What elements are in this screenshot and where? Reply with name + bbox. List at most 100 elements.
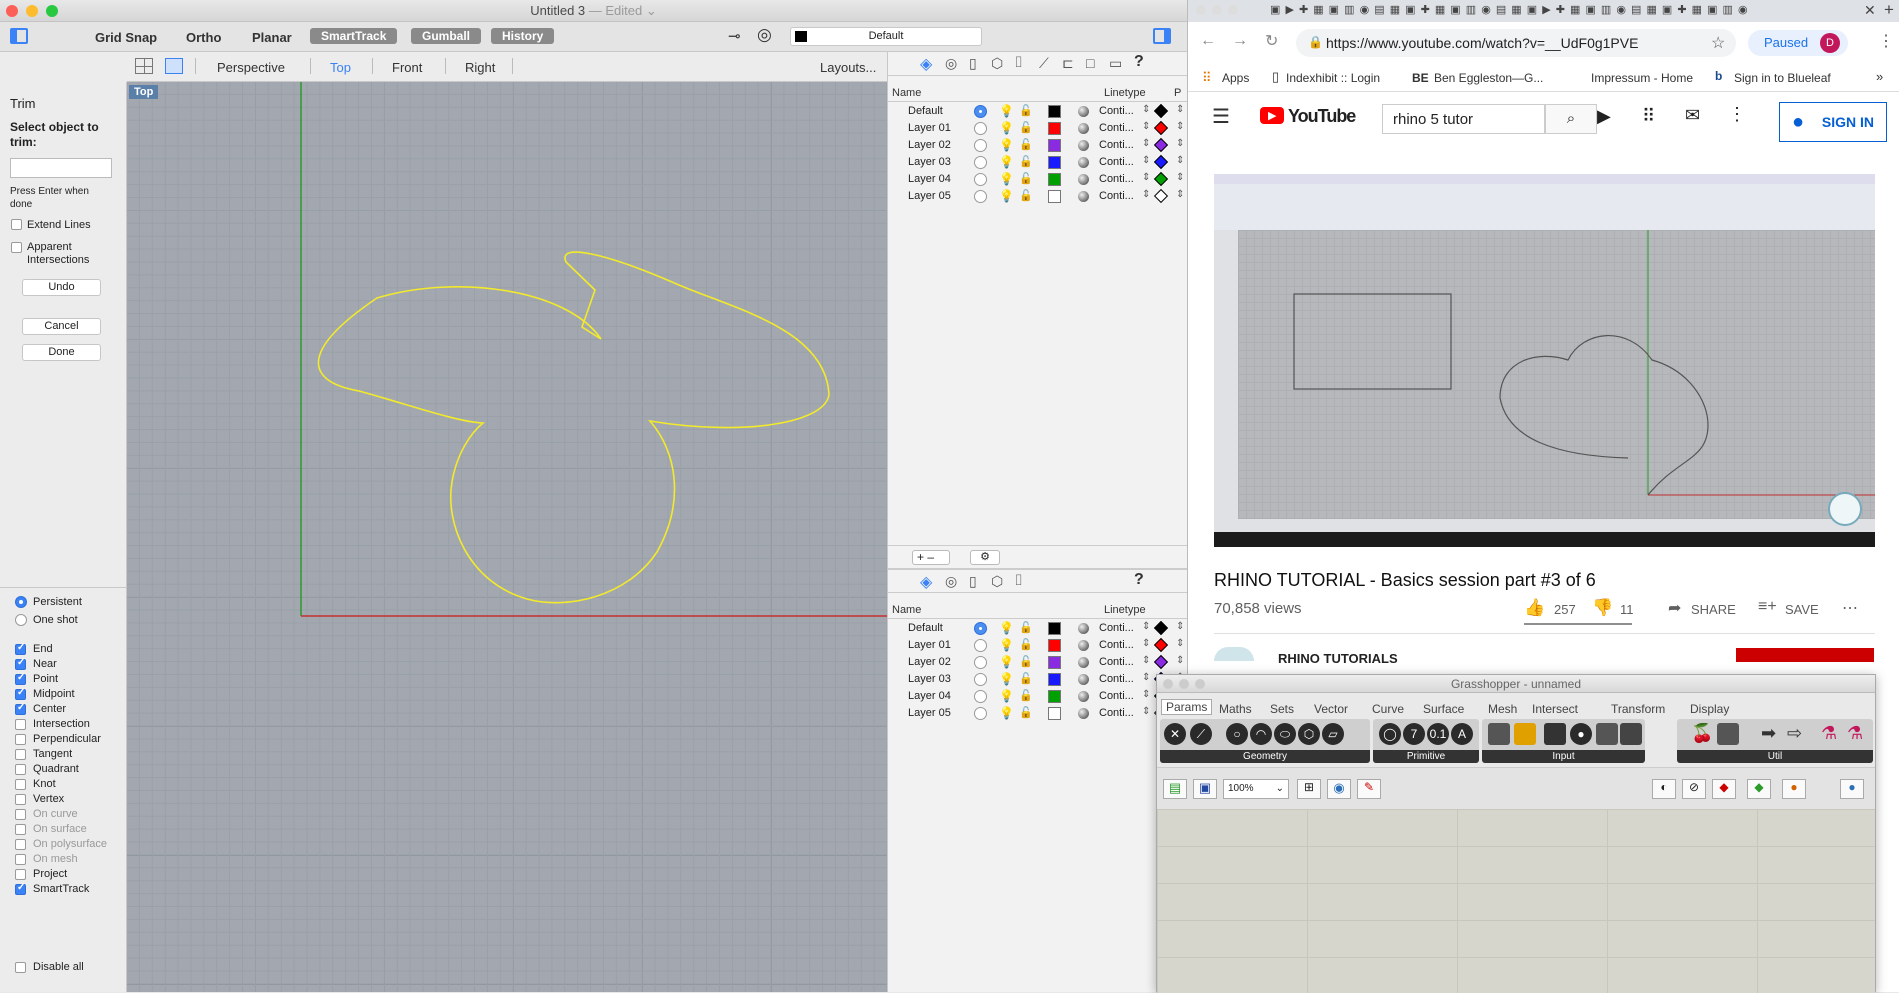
layer-name[interactable]: Default — [908, 105, 943, 117]
document-icon[interactable]: ▯ — [969, 573, 977, 590]
layers-icon[interactable]: ◈ — [920, 572, 932, 592]
layer-color-swatch[interactable] — [1048, 622, 1061, 635]
channel-watermark[interactable] — [1828, 492, 1862, 526]
youtube-logo-icon[interactable]: ▶ — [1260, 107, 1284, 124]
object-icon[interactable]: ⬡ — [991, 573, 1003, 590]
print-color-icon[interactable] — [1153, 637, 1169, 653]
material-icon[interactable] — [1078, 640, 1089, 651]
settings-dots-icon[interactable]: ⋮ — [1728, 104, 1746, 125]
object-icon[interactable]: ⬡ — [991, 55, 1003, 72]
stepper-icon[interactable]: ⇕ — [1142, 172, 1150, 183]
share-button[interactable]: SHARE — [1691, 602, 1736, 617]
render-icon[interactable]: ⟋ — [1039, 55, 1049, 72]
linetype-select[interactable]: Conti... — [1099, 139, 1134, 151]
apps-icon[interactable]: ⠿ — [1202, 70, 1212, 86]
bookmark-star-icon[interactable]: ☆ — [1711, 33, 1725, 53]
material-icon[interactable] — [1078, 140, 1089, 151]
more-actions-icon[interactable]: ⋯ — [1842, 598, 1858, 618]
layer-name[interactable]: Layer 01 — [908, 639, 951, 651]
sign-in-button[interactable]: ● SIGN IN — [1779, 102, 1887, 142]
trimmed-curve[interactable] — [317, 251, 830, 604]
linetype-select[interactable]: Conti... — [1099, 656, 1134, 668]
current-layer-radio[interactable] — [974, 173, 987, 186]
layer-name[interactable]: Default — [908, 622, 943, 634]
layer-color-swatch[interactable] — [1048, 139, 1061, 152]
layer-row[interactable]: Default 💡 🔓 Conti... ⇕ ⇕ — [888, 620, 1188, 637]
layouts-button[interactable]: Layouts... — [820, 60, 876, 75]
layer-row[interactable]: Layer 05 💡 🔓 Conti... ⇕ ⇕ — [888, 188, 1188, 205]
lightbulb-icon[interactable]: 💡 — [999, 655, 1014, 669]
linetype-select[interactable]: Conti... — [1099, 639, 1134, 651]
selected-preview-icon[interactable]: ◆ — [1747, 779, 1771, 799]
toggle-icon[interactable]: ● — [1570, 723, 1592, 745]
layer-row[interactable]: Default 💡 🔓 Conti... ⇕ ⇕ — [888, 103, 1188, 120]
gh-tab-surface[interactable]: Surface — [1423, 702, 1464, 716]
save-icon[interactable]: ≡+ — [1758, 598, 1777, 616]
save-button[interactable]: SAVE — [1785, 602, 1819, 617]
lock-icon[interactable]: 🔓 — [1019, 104, 1033, 117]
osnap-8-checkbox[interactable] — [15, 764, 26, 775]
lightbulb-icon[interactable]: 💡 — [999, 172, 1014, 186]
curve-param-icon[interactable]: ⟋ — [1190, 723, 1212, 745]
save-file-icon[interactable]: ▣ — [1193, 779, 1217, 799]
one-shot-radio[interactable] — [15, 614, 27, 626]
current-layer-dropdown[interactable]: Default — [790, 27, 982, 46]
layer-color-swatch[interactable] — [1048, 639, 1061, 652]
layer-name[interactable]: Layer 04 — [908, 690, 951, 702]
document-preview-icon[interactable]: ● — [1782, 779, 1806, 799]
lock-icon[interactable]: 🔓 — [1019, 621, 1033, 634]
osnap-12-checkbox[interactable] — [15, 824, 26, 835]
bookmark-apps[interactable]: Apps — [1222, 71, 1249, 85]
stepper-icon[interactable]: ⇕ — [1142, 121, 1150, 132]
persistent-radio[interactable] — [15, 596, 27, 608]
lock-icon[interactable]: 🔓 — [1019, 672, 1033, 685]
gh-tab-curve[interactable]: Curve — [1372, 702, 1404, 716]
forward-icon[interactable]: → — [1232, 32, 1248, 50]
current-layer-radio[interactable] — [974, 139, 987, 152]
bake-icon[interactable]: ● — [1840, 779, 1864, 799]
help-icon[interactable]: ? — [1134, 53, 1144, 71]
window-controls-icon[interactable] — [1196, 5, 1206, 15]
open-file-icon[interactable]: ▤ — [1163, 779, 1187, 799]
extend-lines-checkbox[interactable] — [11, 219, 22, 230]
tab-top[interactable]: Top — [330, 60, 351, 75]
dislike-icon[interactable]: 👎 — [1592, 598, 1613, 618]
osnap-4-checkbox[interactable] — [15, 702, 26, 715]
zoom-dropdown[interactable]: 100% ⌄ — [1223, 779, 1289, 799]
lightbulb-icon[interactable]: 💡 — [999, 104, 1014, 118]
dislike-count[interactable]: 11 — [1620, 602, 1634, 617]
osnap-11-checkbox[interactable] — [15, 809, 26, 820]
panel-icon[interactable] — [1488, 723, 1510, 745]
layer-color-swatch[interactable] — [1048, 122, 1061, 135]
single-view-icon[interactable] — [165, 58, 183, 74]
current-layer-radio[interactable] — [974, 105, 987, 118]
menu-icon[interactable]: ⋮ — [1878, 31, 1894, 51]
share-icon[interactable]: ➦ — [1668, 598, 1681, 618]
material-icon[interactable] — [1078, 157, 1089, 168]
current-layer-radio[interactable] — [974, 690, 987, 703]
stepper-icon[interactable]: ⇕ — [1176, 638, 1184, 649]
layout-icon[interactable]: ⊏ — [1062, 55, 1074, 72]
like-icon[interactable]: 👍 — [1524, 598, 1545, 618]
gh-tab-transform[interactable]: Transform — [1611, 702, 1665, 716]
messages-icon[interactable]: ✉ — [1685, 105, 1700, 126]
stepper-icon[interactable]: ⇕ — [1142, 621, 1150, 632]
stepper-icon[interactable]: ⇕ — [1176, 655, 1184, 666]
current-layer-radio[interactable] — [974, 656, 987, 669]
lightbulb-icon[interactable]: 💡 — [999, 155, 1014, 169]
bookmark-indexhibit[interactable]: Indexhibit :: Login — [1286, 71, 1380, 85]
osnap-6-checkbox[interactable] — [15, 734, 26, 745]
layer-name[interactable]: Layer 03 — [908, 156, 951, 168]
four-view-icon[interactable] — [135, 58, 153, 74]
stepper-icon[interactable]: ⇕ — [1142, 638, 1150, 649]
stepper-icon[interactable]: ⇕ — [1176, 172, 1184, 183]
history-toggle[interactable]: History — [491, 28, 555, 44]
circle-param-icon[interactable]: ○ — [1226, 723, 1248, 745]
yt-search-input[interactable]: rhino 5 tutor — [1382, 104, 1545, 134]
stepper-icon[interactable]: ⇕ — [1176, 104, 1184, 115]
stepper-icon[interactable]: ⇕ — [1142, 189, 1150, 200]
video-player[interactable] — [1214, 174, 1875, 547]
layers-icon[interactable]: ◈ — [920, 54, 932, 74]
lightbulb-icon[interactable]: 💡 — [999, 706, 1014, 720]
linetype-select[interactable]: Conti... — [1099, 673, 1134, 685]
